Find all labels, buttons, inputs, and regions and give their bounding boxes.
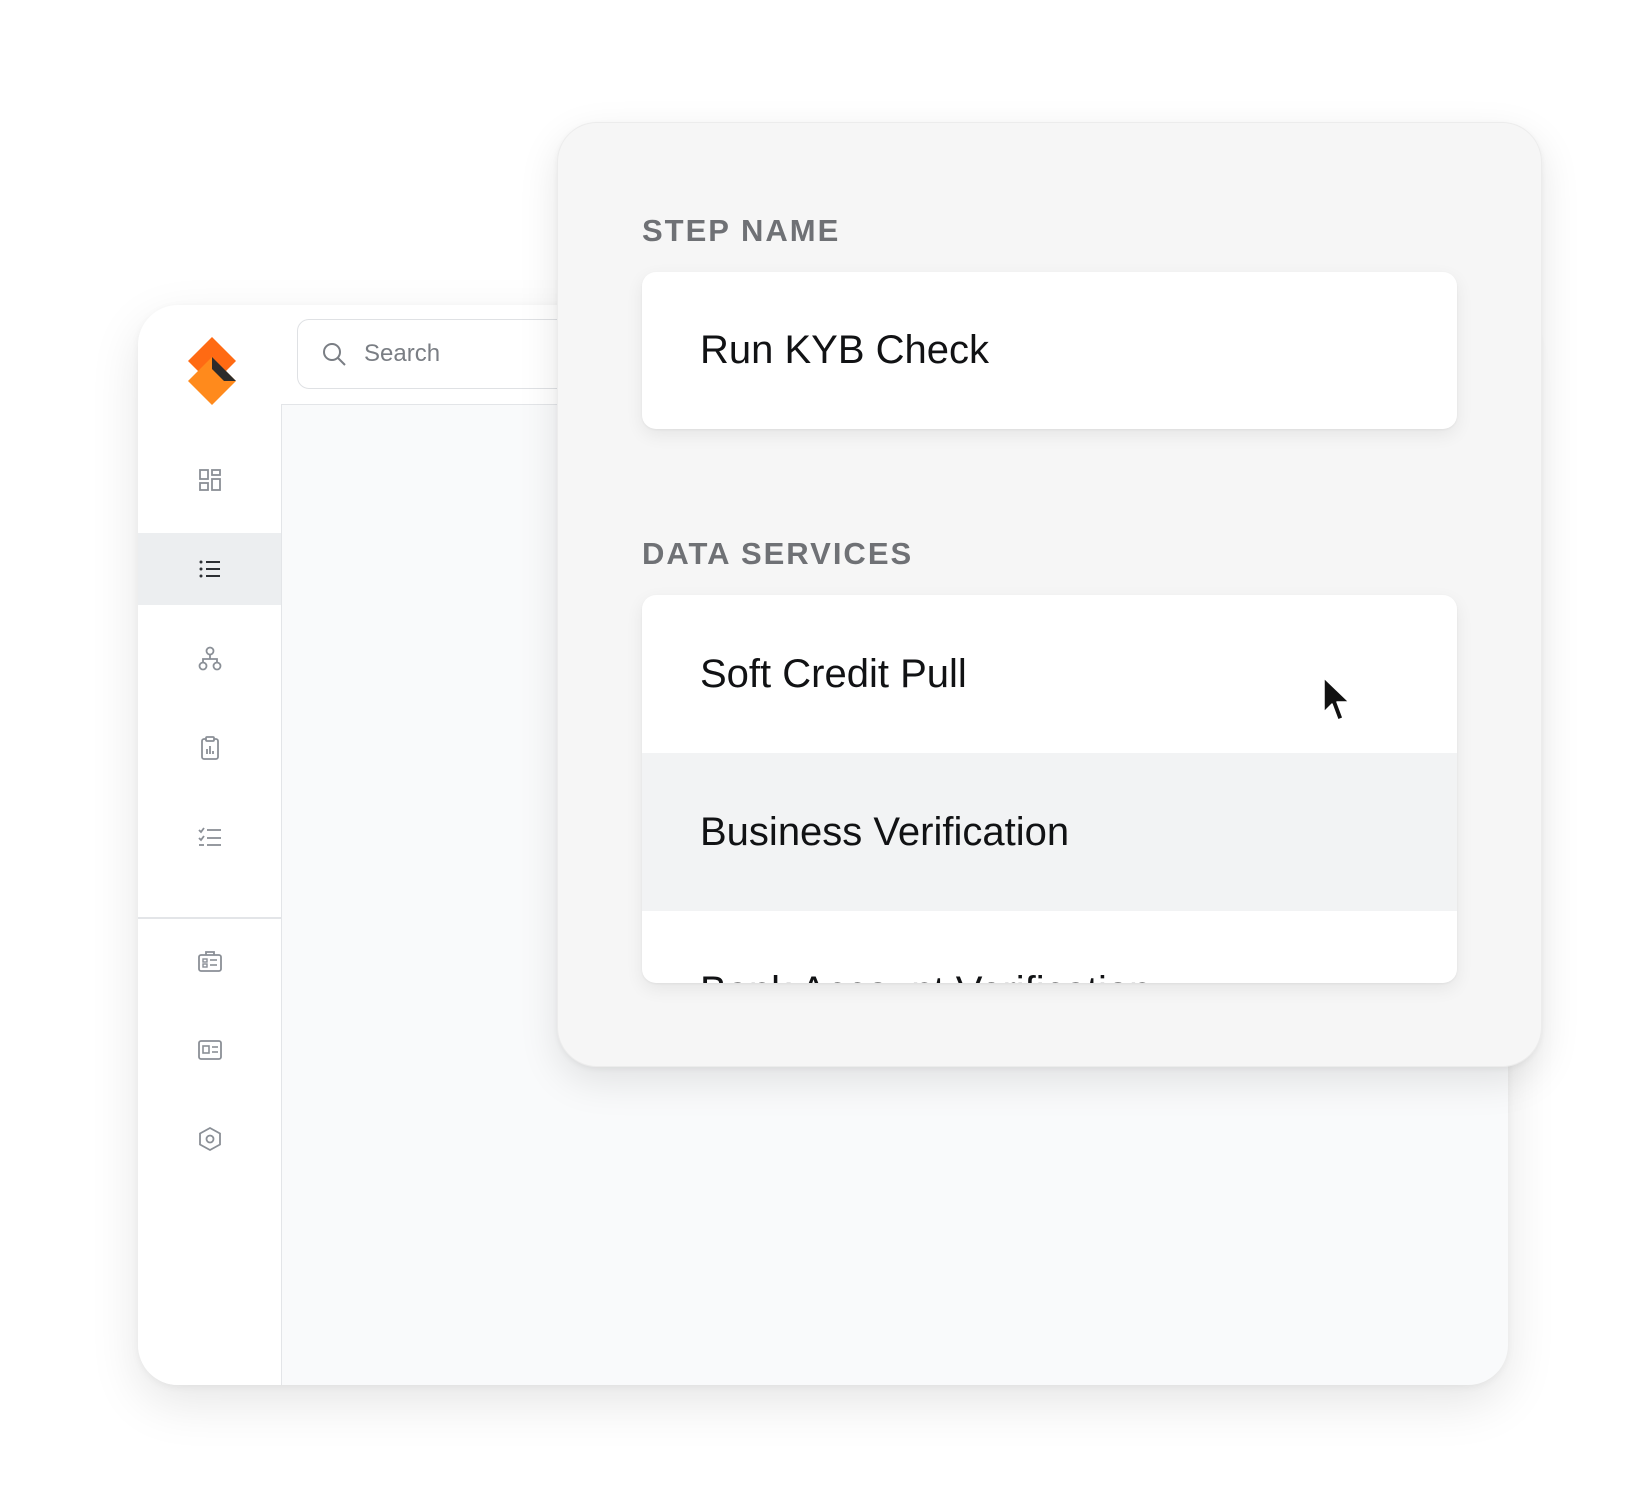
step-name-label: STEP NAME xyxy=(642,213,841,248)
step-name-value: Run KYB Check xyxy=(700,328,990,372)
briefcase-icon xyxy=(197,951,222,972)
sidebar-item-tasks[interactable] xyxy=(138,801,281,873)
checklist-icon xyxy=(197,827,221,846)
service-item-label: Business Verification xyxy=(700,809,1070,854)
service-item-label: Bank Account Verification xyxy=(700,969,1151,983)
sidebar-item-settings[interactable] xyxy=(138,1103,281,1175)
app-logo[interactable] xyxy=(186,335,238,407)
search-input[interactable] xyxy=(362,339,566,369)
sidebar-item-business[interactable] xyxy=(138,925,281,997)
clipboard-chart-icon xyxy=(200,736,219,760)
data-services-list: Soft Credit Pull Business Verification B… xyxy=(642,595,1457,983)
dashboard-icon xyxy=(198,469,221,491)
list-icon xyxy=(199,560,220,578)
sidebar-item-dashboard[interactable] xyxy=(138,444,281,516)
sidebar-item-list[interactable] xyxy=(138,533,281,605)
data-services-label: DATA SERVICES xyxy=(642,536,914,571)
service-item-label: Soft Credit Pull xyxy=(700,651,967,696)
service-item-business-verification[interactable]: Business Verification xyxy=(642,753,1457,911)
search-icon xyxy=(323,343,346,366)
workflow-icon xyxy=(198,646,221,671)
step-editor-panel: STEP NAME Run KYB Check DATA SERVICES So… xyxy=(557,122,1542,1067)
step-name-field[interactable]: Run KYB Check xyxy=(642,272,1457,429)
sidebar-item-workflows[interactable] xyxy=(138,623,281,695)
sidebar-divider xyxy=(138,917,281,919)
search-box[interactable] xyxy=(297,319,597,389)
sidebar-item-identity[interactable] xyxy=(138,1014,281,1086)
service-item-soft-credit-pull[interactable]: Soft Credit Pull xyxy=(642,595,1457,753)
id-card-icon xyxy=(197,1040,222,1060)
service-item-bank-account-verification[interactable]: Bank Account Verification xyxy=(642,911,1457,983)
sidebar-item-reports[interactable] xyxy=(138,712,281,784)
settings-hexagon-icon xyxy=(198,1126,221,1152)
sidebar xyxy=(138,305,282,1385)
